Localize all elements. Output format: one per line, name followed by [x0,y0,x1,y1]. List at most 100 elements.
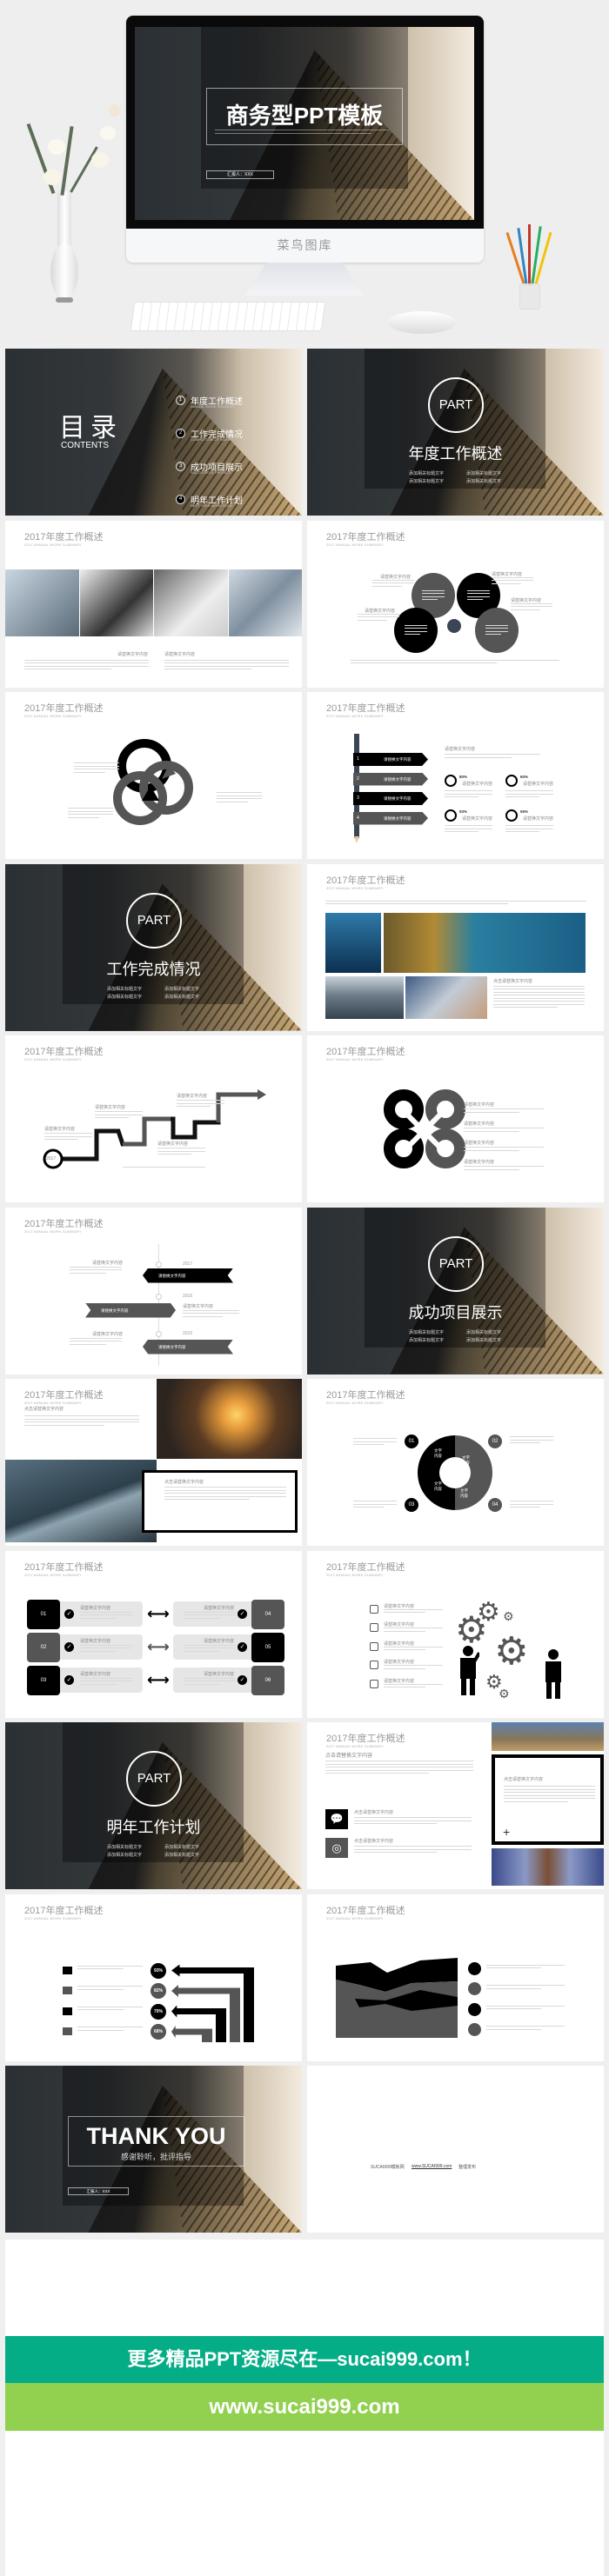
text-label: 请替换文字内容 [44,1127,76,1132]
placeholder-text-line [354,1823,437,1825]
part-bullet: 添加相关标题文字 [466,479,502,484]
placeholder-text-line [445,796,478,798]
text-label: 请替换文字内容 [464,1102,495,1108]
placeholder-text-line [44,1135,92,1137]
placeholder-text-line [217,795,262,796]
placeholder-text-line [372,585,402,587]
slide-cross[interactable]: 2017年度工作概述 2017 ANNUAL WORK SUMMARY 请替换文字内… [307,1035,604,1202]
add-icon[interactable]: + [503,1825,510,1839]
placeholder-text-line [485,624,508,626]
flowers-image [22,104,135,196]
placeholder-text-line [183,1309,239,1311]
cover-slide: 商务型PPT模板 汇报人：XXX [135,27,474,220]
part-bullet: 添加相关标题文字 [466,471,502,476]
slide-credits[interactable]: SUCAI999模板网 www.SUCAI999.com 整理发布 [307,2066,604,2233]
ring-number-badge: 02 [488,1434,502,1448]
placeholder-text-line [358,619,387,621]
placeholder-text-line [80,1614,132,1616]
slide-part[interactable]: PART 成功项目展示 添加相关标题文字 添加相关标题文字 添加相关标题文字 添加相关标题… [307,1207,604,1375]
placeholder-text-line [485,634,502,636]
credits-url-link[interactable]: www.SUCAI999.com [412,2164,452,2169]
step-label: 请替换文字内容 [384,796,412,801]
check-icon: ✓ [238,1641,247,1652]
part-title: 年度工作概述 [408,445,503,463]
placeholder-text-line [70,1266,122,1268]
slide-gears[interactable]: 2017年度工作概述 2017 ANNUAL WORK SUMMARY 请替换文字内… [307,1550,604,1718]
thankyou-reporter: 汇报人：XXX [68,2187,129,2195]
ring-number-badge: 03 [405,1498,418,1512]
text-label: 请替换文字内容 [157,1142,189,1147]
text-label: 请替换文字内容 [523,782,554,787]
part-label: PART [137,912,171,928]
part-bullet: 添加相关标题文字 [409,471,445,476]
stat-percent: 60% [520,775,529,779]
slide-mountain[interactable]: 2017年度工作概述 2017 ANNUAL WORK SUMMARY [307,1894,604,2061]
list-icon [370,1661,378,1669]
hero-mockup: 商务型PPT模板 汇报人：XXX 菜鸟图库 [0,0,609,343]
petal-shape [394,607,438,653]
placeholder-text-line [493,985,585,987]
text-label: 点击请替换文字内容 [354,1810,394,1815]
number-square: 03 [27,1665,60,1695]
slide-petals[interactable]: 2017年度工作概述 2017 ANNUAL WORK SUMMARY 请替换文字内… [307,520,604,688]
slide-part[interactable]: PART 明年工作计划 添加相关标题文字 添加相关标题文字 添加相关标题文字 添加相关标题… [5,1722,302,1889]
text-label: 请替换文字内容 [164,651,196,657]
slide-part[interactable]: PART 工作完成情况 添加相关标题文字 添加相关标题文字 添加相关标题文字 添加相关标题… [5,863,302,1031]
url-banner[interactable]: www.sucai999.com [5,2383,604,2431]
placeholder-text-line [354,1848,472,1850]
placeholder-text-line [44,1133,92,1135]
slide-arrows[interactable]: 2017年度工作概述 2017 ANNUAL WORK SUMMARY 93% 82%… [5,1894,302,2061]
placeholder-text-line [184,1677,236,1679]
placeholder-text-line [510,1507,540,1508]
promo-banner[interactable]: 更多精品PPT资源尽在—sucai999.com！ [5,2336,604,2383]
placeholder-text-line [505,831,539,833]
slide-ocean[interactable]: 2017年度工作概述 2017 ANNUAL WORK SUMMARY 点击请替换文… [307,863,604,1031]
contents-item-en: COMPLETION OF WORK [191,437,231,442]
placeholder-text-line [405,628,427,629]
slide-part[interactable]: PART 年度工作概述 添加相关标题文字 添加相关标题文字 添加相关标题文字 添加相关标题… [307,349,604,516]
ribbon-label: 请替换文字内容 [158,1344,186,1349]
cycle-arrows-diagram [5,692,302,859]
slide-subtitle: 2017 ANNUAL WORK SUMMARY [326,542,384,547]
slide-pencil[interactable]: 2017年度工作概述 2017 ANNUAL WORK SUMMARY 1 请替换文字… [307,692,604,859]
slide-wave[interactable]: 2017年度工作概述 2017 ANNUAL WORK SUMMARY 2017 请替… [5,1035,302,1202]
slide-squares[interactable]: 2017年度工作概述 2017 ANNUAL WORK SUMMARY 01 04 ✓ ✓… [5,1550,302,1718]
part-bullet: 添加相关标题文字 [164,1845,200,1850]
placeholder-text-line [351,662,497,664]
slide-title: 2017年度工作概述 [24,531,104,542]
slide-contents[interactable]: 目录 CONTENTS 1 年度工作概述 ANNUAL WORK SUMMARY 2 工作完… [5,349,302,516]
text-label: 请替换文字内容 [384,1678,415,1684]
slide-timeline[interactable]: 2017年度工作概述 2017 ANNUAL WORK SUMMARY 2017 20… [5,1207,302,1375]
double-arrow-icon: ⟷ [147,1604,170,1622]
feature-icon [468,2002,481,2016]
growth-path-diagram [5,1035,302,1202]
text-label: 点击请替换文字内容 [164,1480,204,1485]
placeholder-text-line [467,589,490,591]
slide-wechat[interactable]: 2017年度工作概述 2017 ANNUAL WORK SUMMARY 点击请替换文… [307,1722,604,1889]
slide-ring[interactable]: 2017年度工作概述 2017 ANNUAL WORK SUMMARY 01 02 03… [307,1379,604,1546]
placeholder-text-line [493,1001,585,1002]
placeholder-text-line [445,790,492,792]
placeholder-text-line [74,765,119,767]
placeholder-text-line [505,793,553,795]
slide-photos4[interactable]: 2017年度工作概述 2017 ANNUAL WORK SUMMARY 请替换文字内… [5,520,302,688]
slide-subtitle: 2017 ANNUAL WORK SUMMARY [24,1401,82,1405]
slide-thankyou[interactable]: THANK YOU 感谢聆听，批评指导 汇报人：XXX [5,2066,302,2233]
slide-sunset[interactable]: 2017年度工作概述 2017 ANNUAL WORK SUMMARY 点击请替换文… [5,1379,302,1546]
vase-image [45,191,84,313]
placeholder-text-line [164,1489,286,1491]
slide-cycle[interactable]: 2017年度工作概述 2017 ANNUAL WORK SUMMARY [5,692,302,859]
check-icon: ✓ [64,1674,74,1685]
check-icon: ✓ [238,1608,247,1619]
placeholder-text-line [372,582,414,584]
double-arrow-icon: ⟷ [147,1637,170,1655]
placeholder-text-line [510,1503,553,1505]
placeholder-text-line [325,1769,473,1771]
placeholder-text-line [384,1665,443,1667]
placeholder-text-line [70,1272,106,1274]
slide-title: 2017年度工作概述 [24,1390,104,1401]
check-icon: ✓ [238,1674,247,1685]
number-square: 02 [27,1632,60,1662]
placeholder-text-line [77,1968,124,1970]
placeholder-text-line [486,1964,565,1966]
